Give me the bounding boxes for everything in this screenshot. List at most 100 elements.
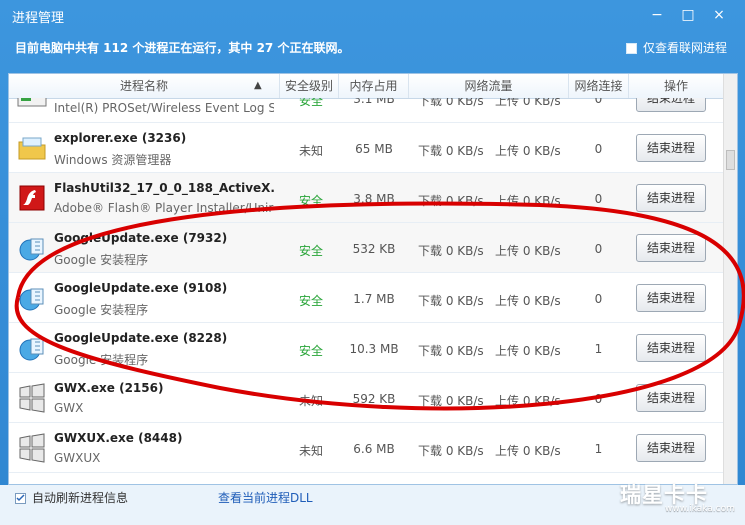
minimize-icon: − <box>651 7 663 23</box>
upload-speed: 上传 0 KB/s <box>495 244 561 258</box>
maximize-button[interactable]: □ <box>677 5 699 25</box>
download-speed: 下载 0 KB/s <box>418 294 484 308</box>
end-process-button[interactable]: 结束进程 <box>636 434 706 462</box>
download-speed: 下载 0 KB/s <box>418 144 484 158</box>
table-row[interactable]: explorer.exe (3236) Windows 资源管理器 未知 65 … <box>9 123 723 173</box>
table-row[interactable]: GoogleUpdate.exe (9108) Google 安装程序 安全 1… <box>9 273 723 323</box>
installer-icon <box>16 282 48 314</box>
table-header: 进程名称 ▲ 安全级别 内存占用 网络流量 网络连接 操作 <box>9 74 723 99</box>
windows-icon <box>16 382 48 414</box>
download-speed: 下载 0 KB/s <box>418 244 484 258</box>
end-process-button[interactable]: 结束进程 <box>636 184 706 212</box>
window-title: 进程管理 <box>12 11 65 26</box>
folder-icon <box>16 132 48 164</box>
process-description: Intel(R) PROSet/Wireless Event Log S <box>54 101 274 115</box>
checkbox-icon[interactable] <box>626 43 637 54</box>
sort-ascending-icon: ▲ <box>254 80 262 91</box>
table-row[interactable]: GoogleUpdate.exe (8228) Google 安装程序 安全 1… <box>9 323 723 373</box>
process-name: GoogleUpdate.exe (7932) <box>54 231 228 245</box>
process-manager-window: 进程管理 − □ × 目前电脑中共有 112 个进程正在运行，其中 27 个正在… <box>0 0 745 525</box>
end-process-button[interactable]: 结束进程 <box>636 284 706 312</box>
memory-usage: 532 KB <box>352 242 396 256</box>
connection-count: 0 <box>594 98 603 106</box>
table-row[interactable]: GWX.exe (2156) GWX 未知 592 KB 下载 0 KB/s 上… <box>9 373 723 423</box>
column-memory[interactable]: 内存占用 <box>339 74 409 98</box>
column-process-name[interactable]: 进程名称 <box>9 74 280 98</box>
upload-speed: 上传 0 KB/s <box>495 394 561 408</box>
process-description: Google 安装程序 <box>54 253 149 267</box>
download-speed: 下载 0 KB/s <box>418 394 484 408</box>
net-only-label: 仅查看联网进程 <box>643 41 728 55</box>
memory-usage: 65 MB <box>355 142 393 156</box>
connection-count: 0 <box>594 392 603 406</box>
scrollbar-thumb[interactable] <box>726 150 735 170</box>
process-description: GWXUX <box>54 451 101 465</box>
security-level: 安全 <box>298 244 323 258</box>
security-level: 未知 <box>298 394 323 408</box>
process-description: Windows 资源管理器 <box>54 153 172 167</box>
auto-refresh-checkbox[interactable]: 自动刷新进程信息 <box>15 489 128 506</box>
process-name: explorer.exe (3236) <box>54 131 187 145</box>
upload-speed: 上传 0 KB/s <box>495 294 561 308</box>
security-level: 安全 <box>298 294 323 308</box>
process-name: GoogleUpdate.exe (8228) <box>54 331 228 345</box>
process-description: Google 安装程序 <box>54 303 149 317</box>
process-name: GoogleUpdate.exe (9108) <box>54 281 228 295</box>
process-description: Adobe® Flash® Player Installer/Unir <box>54 201 274 215</box>
connection-count: 1 <box>594 442 603 456</box>
table-row[interactable]: GWXUX.exe (8448) GWXUX 未知 6.6 MB 下载 0 KB… <box>9 423 723 473</box>
security-level: 安全 <box>298 194 323 208</box>
security-level: 安全 <box>298 98 323 108</box>
upload-speed: 上传 0 KB/s <box>495 194 561 208</box>
download-speed: 下载 0 KB/s <box>418 194 484 208</box>
windows-icon <box>16 432 48 464</box>
memory-usage: 3.8 MB <box>353 192 395 206</box>
close-button[interactable]: × <box>708 5 730 25</box>
security-level: 未知 <box>298 444 323 458</box>
upload-speed: 上传 0 KB/s <box>495 144 561 158</box>
end-process-button[interactable]: 结束进程 <box>636 384 706 412</box>
process-name: GWX.exe (2156) <box>54 381 164 395</box>
process-summary: 目前电脑中共有 112 个进程正在运行，其中 27 个正在联网。 <box>15 41 350 55</box>
view-current-process-dll-link[interactable]: 查看当前进程DLL <box>218 489 313 506</box>
memory-usage: 10.3 MB <box>349 342 399 356</box>
connection-count: 1 <box>594 342 603 356</box>
connection-count: 0 <box>594 192 603 206</box>
process-description: Google 安装程序 <box>54 353 149 367</box>
security-level: 安全 <box>298 344 323 358</box>
connection-count: 0 <box>594 142 603 156</box>
installer-icon <box>16 332 48 364</box>
watermark-site: www.ikaka.com <box>665 504 735 514</box>
minimize-button[interactable]: − <box>646 5 668 25</box>
end-process-button[interactable]: 结束进程 <box>636 334 706 362</box>
process-table: 进程名称 ▲ 安全级别 内存占用 网络流量 网络连接 操作 Intel(R) P… <box>8 73 738 485</box>
installer-icon <box>16 232 48 264</box>
close-icon: × <box>713 7 725 23</box>
column-security[interactable]: 安全级别 <box>280 74 339 98</box>
memory-usage: 3.1 MB <box>353 98 395 106</box>
connection-count: 0 <box>594 242 603 256</box>
table-row[interactable]: Intel(R) PROSet/Wireless Event Log S 安全 … <box>9 98 723 123</box>
table-row[interactable]: FlashUtil32_17_0_0_188_ActiveX.e... Adob… <box>9 173 723 223</box>
title-bar: 进程管理 − □ × <box>0 0 745 30</box>
upload-speed: 上传 0 KB/s <box>495 98 561 108</box>
upload-speed: 上传 0 KB/s <box>495 444 561 458</box>
process-name: GWXUX.exe (8448) <box>54 431 183 445</box>
table-row[interactable]: GoogleUpdate.exe (7932) Google 安装程序 安全 5… <box>9 223 723 273</box>
upload-speed: 上传 0 KB/s <box>495 344 561 358</box>
process-list: Intel(R) PROSet/Wireless Event Log S 安全 … <box>9 98 723 484</box>
end-process-button[interactable]: 结束进程 <box>636 134 706 162</box>
maximize-icon: □ <box>681 7 695 23</box>
memory-usage: 592 KB <box>352 392 396 406</box>
vertical-scrollbar[interactable] <box>723 74 737 484</box>
end-process-button[interactable]: 结束进程 <box>636 234 706 262</box>
net-only-checkbox[interactable]: 仅查看联网进程 <box>626 39 727 56</box>
download-speed: 下载 0 KB/s <box>418 98 484 108</box>
end-process-button[interactable]: 结束进程 <box>636 98 706 112</box>
column-action: 操作 <box>663 79 688 93</box>
column-network-traffic[interactable]: 网络流量 <box>409 74 569 98</box>
auto-refresh-label: 自动刷新进程信息 <box>32 491 129 505</box>
checkbox-checked-icon[interactable] <box>15 493 26 504</box>
column-connections[interactable]: 网络连接 <box>569 74 629 98</box>
wireless-icon <box>16 98 48 114</box>
